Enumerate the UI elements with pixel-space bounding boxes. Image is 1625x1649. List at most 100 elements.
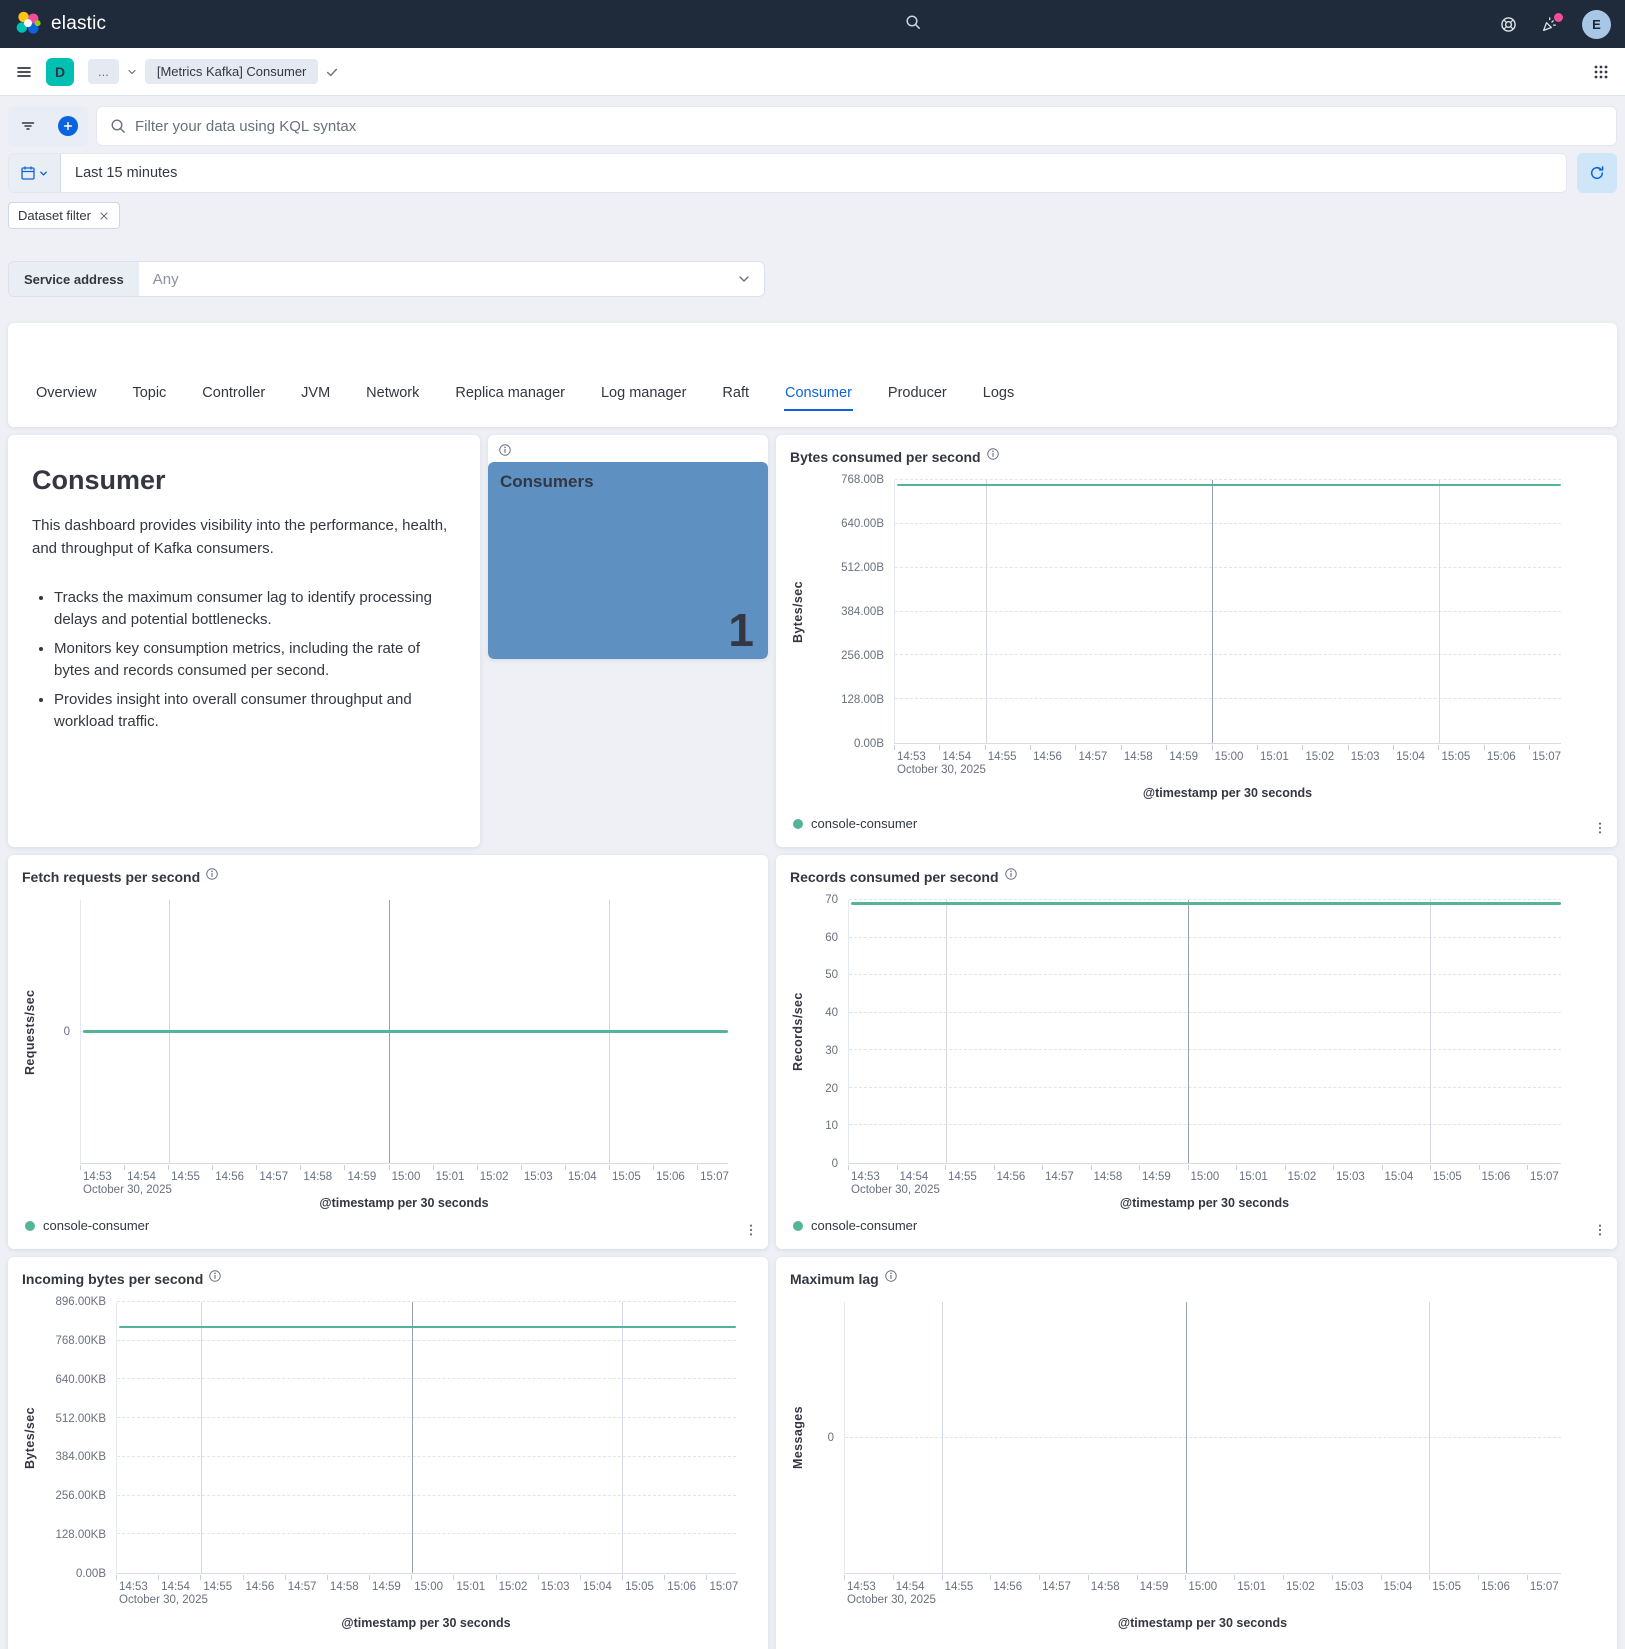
user-avatar[interactable]: E xyxy=(1582,9,1611,39)
x-tick-label: 14:53 xyxy=(844,1575,876,1593)
x-tick-label: 15:03 xyxy=(1333,1165,1365,1183)
series-line-console-consumer xyxy=(897,483,1561,487)
x-tick-label: 15:06 xyxy=(1483,745,1516,763)
apps-grid-icon[interactable] xyxy=(1593,64,1609,80)
plot-area[interactable] xyxy=(80,900,728,1164)
x-tick-label: 15:02 xyxy=(476,1165,509,1183)
x-tick-label: 15:06 xyxy=(1478,1575,1510,1593)
y-tick-label: 512.00B xyxy=(841,562,884,574)
time-picker-bar: Last 15 minutes xyxy=(8,153,1617,193)
series-line-console-consumer xyxy=(119,1325,736,1329)
space-badge[interactable]: D xyxy=(46,57,74,86)
tab-log-manager[interactable]: Log manager xyxy=(600,385,687,411)
x-tick-label: 15:01 xyxy=(1256,745,1289,763)
search-icon[interactable] xyxy=(905,14,921,35)
x-tick-label: 14:58 xyxy=(1087,1575,1120,1593)
plot-area[interactable] xyxy=(844,1302,1561,1574)
x-tick-label: 15:05 xyxy=(608,1165,641,1183)
y-tick-label: 0.00B xyxy=(75,1568,106,1580)
kql-search-box[interactable] xyxy=(96,106,1617,146)
x-tick-label: 14:53 xyxy=(848,1165,880,1183)
info-icon[interactable] xyxy=(986,447,1000,466)
info-icon[interactable] xyxy=(208,1269,222,1288)
x-axis-date-label: October 30, 2025 xyxy=(119,1594,208,1606)
metric-label: Consumers xyxy=(500,472,594,491)
chart-legend: console-consumer xyxy=(22,1210,754,1237)
plot-area[interactable] xyxy=(848,899,1561,1164)
y-tick-label: 50 xyxy=(825,969,838,982)
time-range-value[interactable]: Last 15 minutes xyxy=(61,154,1566,192)
x-tick-label: 14:53 xyxy=(80,1165,112,1183)
x-tick-label: 14:56 xyxy=(242,1575,274,1593)
tab-producer[interactable]: Producer xyxy=(887,385,948,411)
close-icon[interactable] xyxy=(98,210,110,222)
whats-new-icon[interactable] xyxy=(1541,12,1563,33)
tab-topic[interactable]: Topic xyxy=(131,385,167,411)
check-icon[interactable] xyxy=(325,65,339,79)
panel-menu-icon[interactable] xyxy=(1593,1223,1607,1237)
legend-dot xyxy=(793,818,803,829)
tab-logs[interactable]: Logs xyxy=(982,385,1015,411)
x-tick-label: 14:53 xyxy=(894,745,926,763)
panel-intro: This dashboard provides visibility into … xyxy=(32,517,448,558)
panel-menu-icon[interactable] xyxy=(744,1223,758,1237)
tab-network[interactable]: Network xyxy=(365,385,420,411)
kql-search-input[interactable] xyxy=(135,117,1603,135)
time-picker: Last 15 minutes xyxy=(8,153,1567,193)
chevron-down-icon[interactable] xyxy=(126,66,138,78)
tab-controller[interactable]: Controller xyxy=(201,385,266,411)
x-tick-label: 15:03 xyxy=(1347,745,1380,763)
breadcrumb-collapsed[interactable]: ... xyxy=(88,59,119,84)
legend-item[interactable]: console-consumer xyxy=(811,816,917,831)
x-tick-label: 14:54 xyxy=(896,1165,928,1183)
x-tick-label: 15:07 xyxy=(1529,745,1561,763)
info-icon[interactable] xyxy=(205,867,219,886)
calendar-icon[interactable] xyxy=(9,154,61,192)
x-axis-date-label: October 30, 2025 xyxy=(83,1184,172,1196)
consumers-metric-tile[interactable]: Consumers 1 xyxy=(488,462,768,659)
x-tick-label: 14:57 xyxy=(1075,745,1107,763)
dashboard-grid: Consumer This dashboard provides visibil… xyxy=(8,435,1617,1649)
x-tick-label: 14:54 xyxy=(939,745,971,763)
info-icon[interactable] xyxy=(884,1269,898,1288)
filter-pills-row: Dataset filter xyxy=(8,202,1617,229)
y-tick-label: 60 xyxy=(825,931,838,944)
panel-fetch-requests-per-second: Fetch requests per second Requests/sec 0… xyxy=(8,855,768,1249)
help-icon[interactable] xyxy=(1500,16,1517,33)
dashboard-controls: Service address Any xyxy=(8,261,1617,297)
plot-area[interactable] xyxy=(116,1301,736,1574)
add-filter-button[interactable] xyxy=(48,106,88,146)
info-icon[interactable] xyxy=(498,443,512,457)
filter-funnel-icon[interactable] xyxy=(8,106,48,146)
tab-raft[interactable]: Raft xyxy=(721,385,750,411)
y-tick-label: 128.00KB xyxy=(55,1529,106,1542)
x-tick-label: 15:05 xyxy=(1438,745,1470,763)
x-axis-title: @timestamp per 30 seconds xyxy=(341,1616,511,1630)
tab-overview[interactable]: Overview xyxy=(35,385,97,411)
tab-jvm[interactable]: JVM xyxy=(300,385,331,411)
legend-item[interactable]: console-consumer xyxy=(43,1218,149,1233)
service-address-value[interactable]: Any xyxy=(139,262,736,296)
x-tick-label: 14:56 xyxy=(212,1165,244,1183)
y-tick-label: 10 xyxy=(825,1120,838,1133)
dataset-filter-label: Dataset filter xyxy=(18,208,91,223)
panel-heading: Consumer xyxy=(32,465,166,495)
service-address-control[interactable]: Service address Any xyxy=(8,261,765,297)
tab-replica-manager[interactable]: Replica manager xyxy=(454,385,566,411)
plot-area[interactable] xyxy=(894,479,1561,744)
chart-legend: console-consumer xyxy=(790,1210,1603,1237)
dataset-filter-pill[interactable]: Dataset filter xyxy=(8,202,120,229)
breadcrumb-current[interactable]: [Metrics Kafka] Consumer xyxy=(144,59,319,84)
refresh-button[interactable] xyxy=(1577,153,1617,193)
breadcrumb: ... [Metrics Kafka] Consumer xyxy=(88,59,339,84)
y-tick-label: 128.00B xyxy=(841,694,884,706)
legend-item[interactable]: console-consumer xyxy=(811,1218,917,1233)
info-icon[interactable] xyxy=(1004,867,1018,886)
x-tick-label: 14:58 xyxy=(1090,1165,1122,1183)
x-tick-label: 15:06 xyxy=(653,1165,685,1183)
chevron-down-icon[interactable] xyxy=(736,262,764,296)
panel-menu-icon[interactable] xyxy=(1593,821,1607,835)
legend-dot xyxy=(793,1220,803,1231)
tab-consumer[interactable]: Consumer xyxy=(784,385,853,411)
menu-icon[interactable] xyxy=(16,64,32,80)
